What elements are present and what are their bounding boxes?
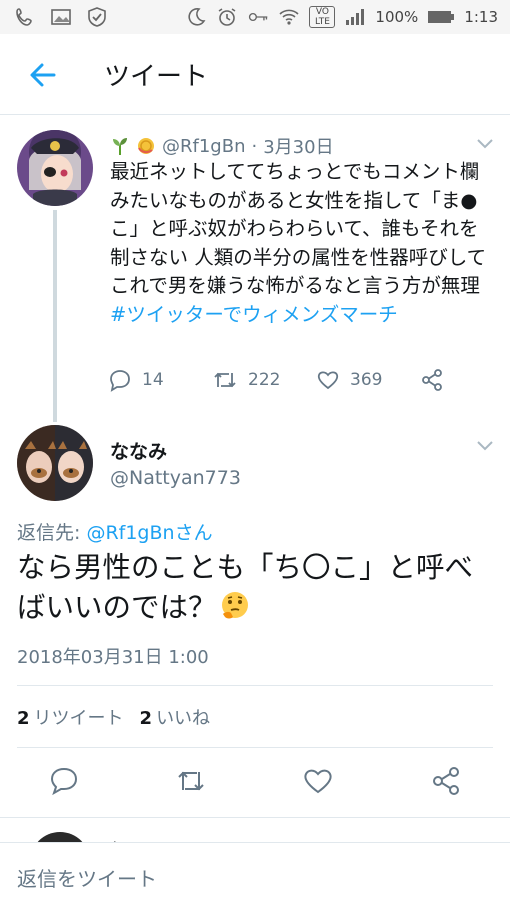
parent-tweet-text: 最近ネットしててちょっとでもコメント欄みたいなものがあると女性を指して「ま●こ」… — [110, 158, 495, 329]
volte-badge: VO LTE — [309, 6, 336, 28]
parent-tweet-actions: 14 222 369 — [108, 368, 448, 394]
thinking-face-icon — [221, 592, 248, 619]
key-icon — [249, 12, 268, 22]
shield-check-icon — [88, 7, 106, 27]
top-app-bar: ツイート — [0, 34, 510, 115]
hashtag-link[interactable]: #ツイッターでウィメンズマーチ — [110, 303, 398, 326]
reply-timestamp: 2018年03月31日 1:00 — [17, 647, 209, 668]
reply-to-line: 返信先: @Rf1gBnさん — [17, 518, 213, 545]
share-icon — [422, 369, 442, 391]
likes-num: 2 — [139, 708, 153, 729]
battery-icon — [428, 11, 455, 23]
battery-percent: 100% — [375, 8, 419, 26]
retweet-button[interactable]: 222 — [212, 368, 280, 392]
divider — [17, 685, 493, 686]
reply-to-mention[interactable]: @Rf1gBnさん — [86, 522, 212, 544]
like-button[interactable]: 369 — [316, 368, 382, 392]
thread-connector — [53, 210, 57, 422]
reply-button[interactable]: 14 — [108, 368, 164, 392]
reply-icon[interactable] — [48, 765, 80, 797]
share-icon[interactable] — [430, 765, 462, 797]
parent-tweet-header: @Rf1gBn · 3月30日 — [110, 133, 334, 159]
chevron-down-icon[interactable] — [476, 440, 494, 452]
retweet-icon — [214, 372, 236, 388]
coin-icon — [138, 138, 154, 154]
like-count: 369 — [350, 370, 383, 390]
parent-handle[interactable]: @Rf1gBn — [162, 136, 245, 157]
share-button[interactable] — [420, 368, 444, 392]
avatar[interactable] — [17, 130, 93, 206]
clock: 1:13 — [464, 8, 498, 26]
likes-stat[interactable]: 2 いいね — [140, 704, 211, 730]
parent-date[interactable]: 3月30日 — [263, 133, 333, 159]
reply-tweet-actions — [0, 765, 510, 801]
retweets-num: 2 — [17, 708, 30, 729]
reply-tweet-text: なら男性のことも「ち〇こ」と呼べばいいのでは？ — [17, 548, 495, 628]
avatar-illustration — [17, 130, 93, 206]
alarm-icon — [218, 8, 236, 26]
reply-icon — [110, 370, 130, 392]
chevron-down-icon[interactable] — [476, 138, 494, 150]
divider — [17, 747, 493, 748]
reply-composer[interactable]: 返信をツイート — [0, 842, 510, 908]
signal-icon — [346, 9, 365, 25]
wifi-icon — [279, 9, 299, 25]
reply-to-label: 返信先: — [17, 522, 87, 544]
heart-icon[interactable] — [302, 765, 334, 797]
reply-avatar[interactable] — [17, 425, 93, 501]
likes-label: いいね — [156, 708, 211, 729]
retweet-icon[interactable] — [175, 765, 207, 797]
reply-handle[interactable]: @Nattyan773 — [110, 467, 241, 489]
reply-count: 14 — [142, 370, 164, 390]
parent-text: 最近ネットしててちょっとでもコメント欄みたいなものがあると女性を指して「ま●こ」… — [110, 160, 487, 297]
moon-icon — [188, 8, 206, 26]
engagement-stats: 2 リツイート 2 いいね — [17, 704, 210, 730]
retweets-label: リツイート — [33, 708, 124, 729]
page-title: ツイート — [104, 62, 209, 92]
reply-input[interactable]: 返信をツイート — [17, 863, 157, 892]
avatar-photo — [17, 425, 93, 501]
phone-call-icon — [16, 8, 32, 26]
heart-icon — [317, 371, 339, 390]
retweet-count: 222 — [248, 370, 281, 390]
arrow-left-icon[interactable] — [28, 60, 58, 90]
reply-display-name[interactable]: ななみ — [110, 437, 167, 464]
retweets-stat[interactable]: 2 リツイート — [17, 704, 124, 730]
seedling-icon — [113, 138, 127, 155]
image-icon — [51, 9, 71, 25]
status-bar: VO LTE 100% 1:13 — [0, 0, 510, 34]
dot-separator: · — [251, 135, 258, 157]
